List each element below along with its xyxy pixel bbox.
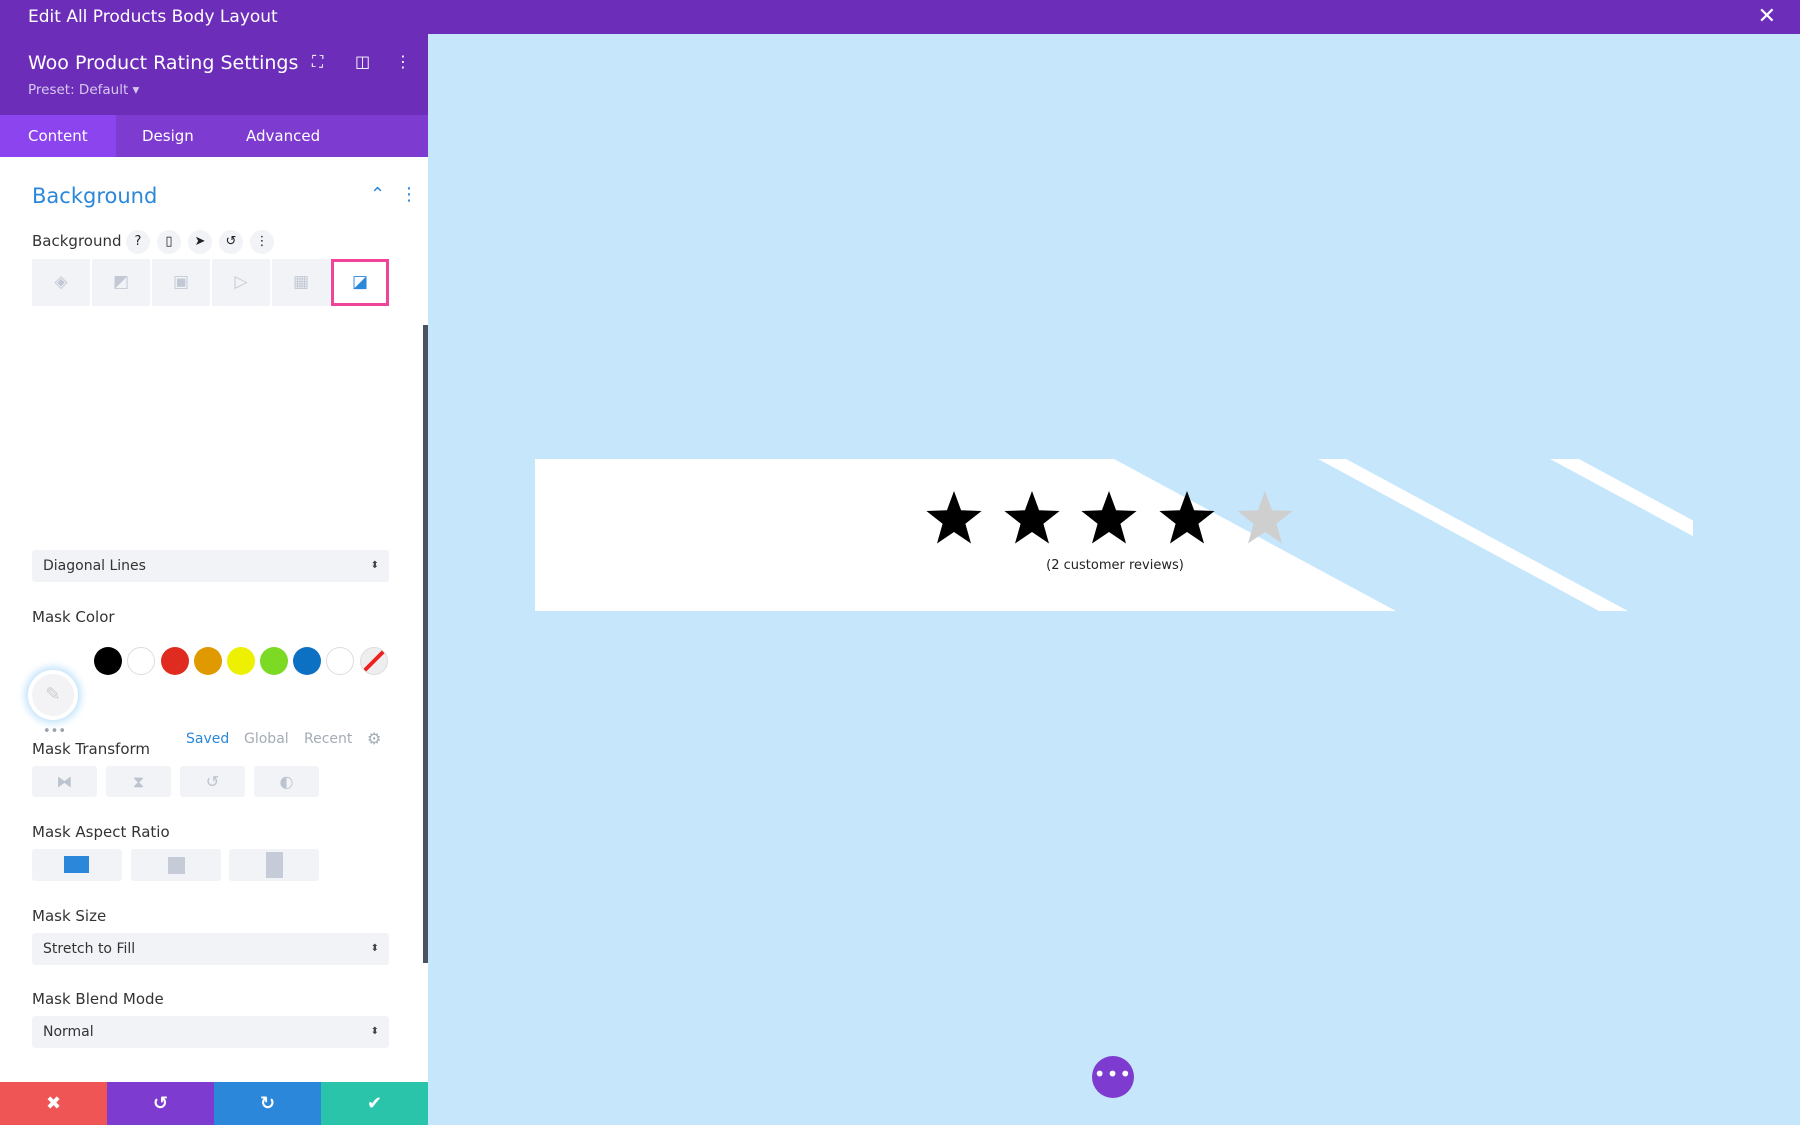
palette-tab-global[interactable]: Global bbox=[244, 731, 289, 747]
bg-pattern-icon[interactable]: ▦ bbox=[272, 259, 330, 306]
mask-style-select[interactable]: Diagonal Lines ⬍ bbox=[32, 550, 389, 582]
aspect-landscape-button[interactable] bbox=[32, 849, 122, 881]
bg-color-icon[interactable]: ◈ bbox=[32, 259, 90, 306]
mask-aspect-ratio-label: Mask Aspect Ratio bbox=[32, 823, 170, 841]
sidebar-layout-icon[interactable]: ◫ bbox=[355, 52, 370, 71]
tab-content[interactable]: Content bbox=[0, 115, 116, 157]
tab-bar: Content Design Advanced bbox=[0, 115, 428, 157]
collapse-icon[interactable]: ⌃ bbox=[370, 184, 385, 205]
bg-image-icon[interactable]: ▣ bbox=[152, 259, 210, 306]
reset-icon[interactable]: ↺ bbox=[219, 230, 243, 254]
palette-tab-recent[interactable]: Recent bbox=[304, 731, 352, 747]
panel-title: Woo Product Rating Settings bbox=[28, 52, 299, 74]
star-filled-icon bbox=[1081, 491, 1137, 544]
no-color-swatch[interactable] bbox=[360, 647, 388, 675]
star-filled-icon bbox=[926, 491, 982, 544]
reviews-link[interactable]: (2 customer reviews) bbox=[950, 558, 1280, 573]
scrollbar[interactable] bbox=[423, 325, 428, 963]
options-icon[interactable]: ⋮ bbox=[250, 230, 274, 254]
star-filled-icon bbox=[1159, 491, 1215, 544]
preset-dropdown[interactable]: Preset: Default ▾ bbox=[28, 82, 139, 98]
help-icon[interactable]: ? bbox=[126, 230, 150, 254]
invert-icon[interactable]: ◐ bbox=[254, 766, 319, 797]
color-swatch[interactable] bbox=[260, 647, 288, 675]
gear-icon[interactable]: ⚙ bbox=[367, 729, 381, 748]
mask-size-select[interactable]: Stretch to Fill ⬍ bbox=[32, 933, 389, 965]
mask-style-value: Diagonal Lines bbox=[43, 558, 146, 574]
rotate-icon[interactable]: ↺ bbox=[180, 766, 245, 797]
color-swatch[interactable] bbox=[94, 647, 122, 675]
color-swatch[interactable] bbox=[293, 647, 321, 675]
color-swatch[interactable] bbox=[326, 647, 354, 675]
mask-stripe bbox=[1318, 459, 1628, 611]
panel-header: Woo Product Rating Settings ⛶ ◫ ⋮ Preset… bbox=[0, 34, 428, 115]
aspect-square-button[interactable] bbox=[131, 849, 221, 881]
more-options-button[interactable]: ••• bbox=[1092, 1056, 1134, 1098]
select-arrows-icon: ⬍ bbox=[370, 943, 379, 954]
select-arrows-icon: ⬍ bbox=[370, 560, 379, 571]
color-swatch[interactable] bbox=[127, 647, 155, 675]
undo-button[interactable]: ↺ bbox=[107, 1082, 214, 1125]
star-empty-icon bbox=[1237, 491, 1293, 544]
select-arrows-icon: ⬍ bbox=[370, 1026, 379, 1037]
section-more-icon[interactable]: ⋮ bbox=[400, 184, 418, 205]
mask-size-value: Stretch to Fill bbox=[43, 941, 136, 957]
bg-gradient-icon[interactable]: ◩ bbox=[92, 259, 150, 306]
portrait-icon bbox=[266, 852, 283, 878]
mask-stripe bbox=[1550, 459, 1693, 537]
bg-video-icon[interactable]: ▷ bbox=[212, 259, 270, 306]
mask-color-label: Mask Color bbox=[32, 608, 115, 626]
background-label: Background bbox=[32, 232, 122, 250]
mask-size-label: Mask Size bbox=[32, 907, 107, 925]
aspect-portrait-button[interactable] bbox=[229, 849, 319, 881]
fullscreen-icon[interactable]: ⛶ bbox=[312, 52, 323, 72]
color-swatch[interactable] bbox=[161, 647, 189, 675]
redo-button[interactable]: ↻ bbox=[214, 1082, 321, 1125]
mask-blend-label: Mask Blend Mode bbox=[32, 990, 164, 1008]
more-vertical-icon[interactable]: ⋮ bbox=[395, 52, 411, 71]
mask-transform-label: Mask Transform bbox=[32, 740, 151, 758]
mask-blend-select[interactable]: Normal ⬍ bbox=[32, 1016, 389, 1048]
square-icon bbox=[168, 857, 185, 874]
color-swatch[interactable] bbox=[194, 647, 222, 675]
eyedropper-icon[interactable]: ✎ bbox=[28, 670, 78, 720]
flip-vertical-icon[interactable]: ⧗ bbox=[106, 766, 171, 797]
tab-advanced[interactable]: Advanced bbox=[218, 115, 348, 157]
more-dots-icon[interactable]: ••• bbox=[43, 724, 66, 739]
bg-mask-icon[interactable]: ◪ bbox=[331, 259, 389, 306]
hover-cursor-icon[interactable]: ➤ bbox=[188, 230, 212, 254]
mask-blend-value: Normal bbox=[43, 1024, 94, 1040]
settings-panel: Woo Product Rating Settings ⛶ ◫ ⋮ Preset… bbox=[0, 34, 428, 1125]
flip-horizontal-icon[interactable]: ⧓ bbox=[32, 766, 97, 797]
responsive-icon[interactable]: ▯ bbox=[157, 230, 181, 254]
tab-design[interactable]: Design bbox=[114, 115, 222, 157]
section-title[interactable]: Background bbox=[32, 184, 157, 208]
palette-tab-saved[interactable]: Saved bbox=[186, 731, 229, 747]
color-swatch[interactable] bbox=[227, 647, 255, 675]
landscape-icon bbox=[64, 856, 89, 873]
save-button[interactable]: ✔ bbox=[321, 1082, 428, 1125]
discard-button[interactable]: ✖ bbox=[0, 1082, 107, 1125]
star-filled-icon bbox=[1004, 491, 1060, 544]
